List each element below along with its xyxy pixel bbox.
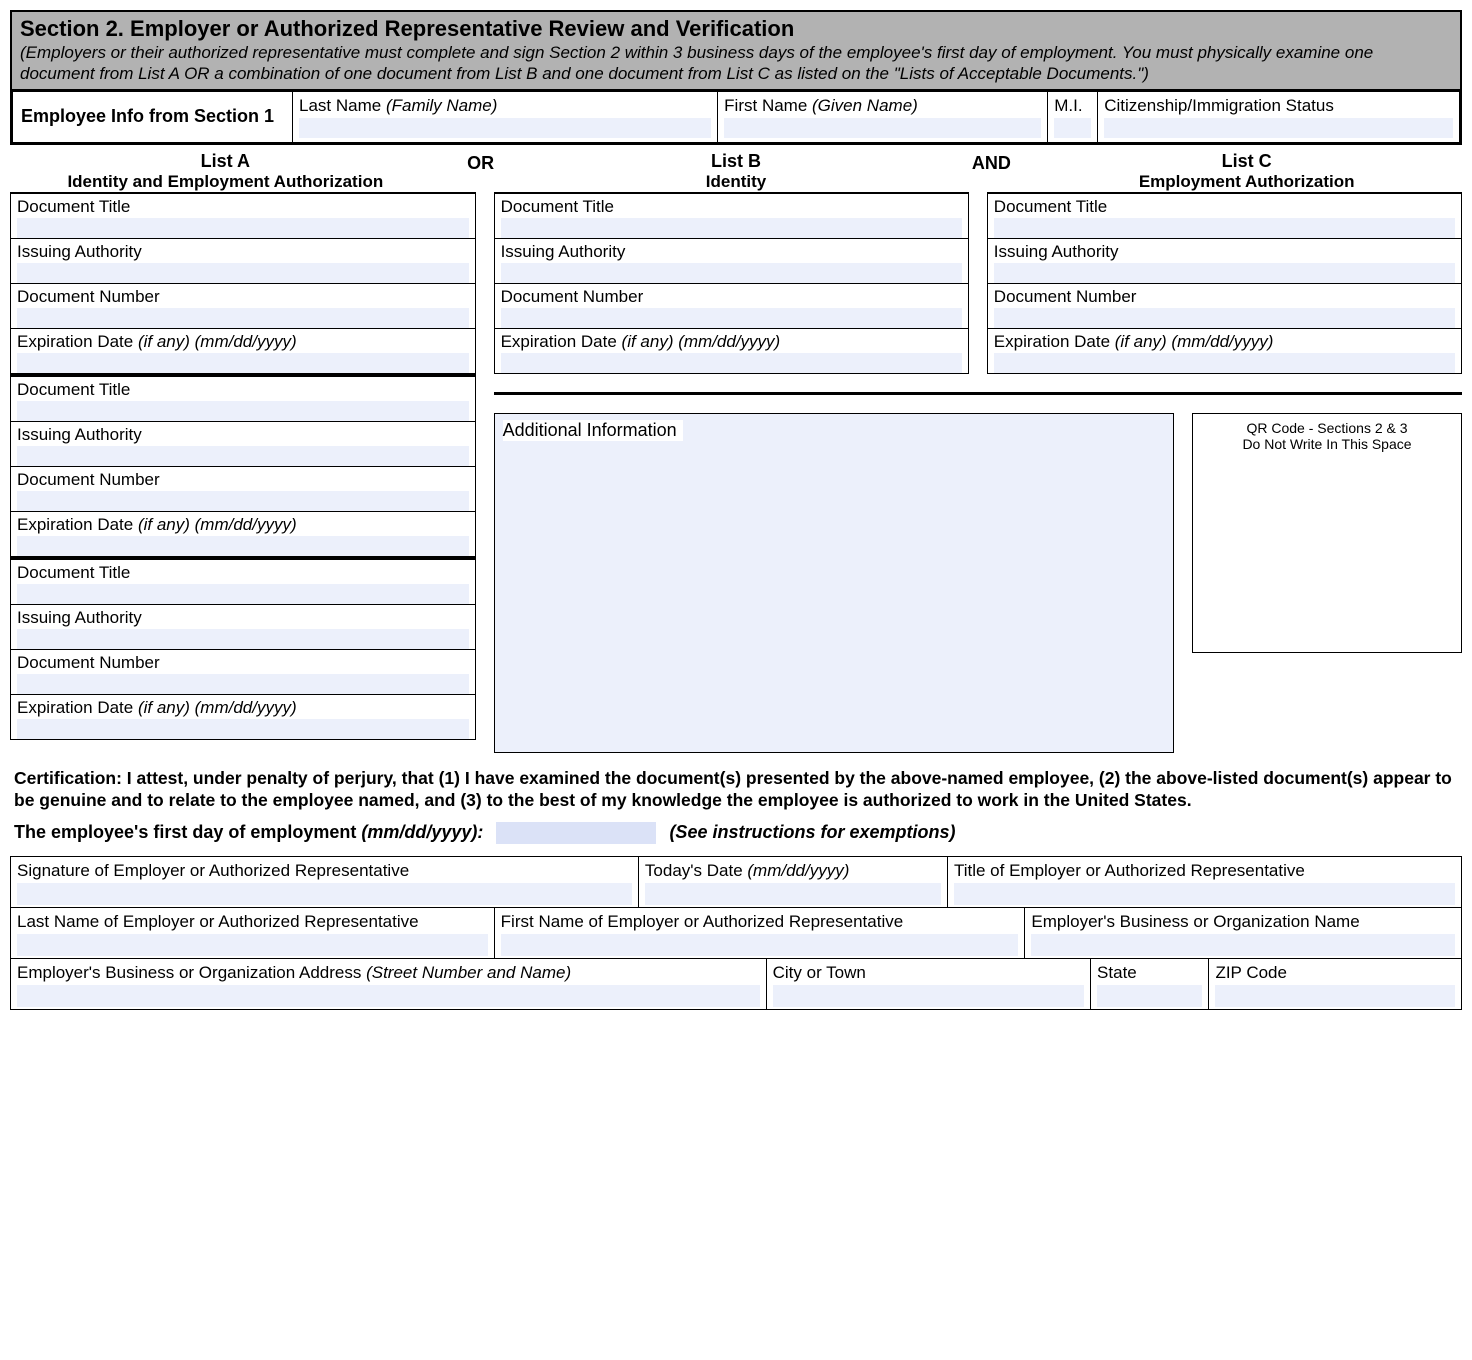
zip-input[interactable] <box>1215 985 1455 1007</box>
employee-mi-cell: M.I. <box>1048 92 1098 142</box>
employer-first-name-input[interactable] <box>501 934 1019 956</box>
section-2-instructions: (Employers or their authorized represent… <box>20 42 1452 85</box>
employee-first-name-cell: First Name (Given Name) <box>718 92 1048 142</box>
employee-citizenship-input[interactable] <box>1104 118 1453 138</box>
employee-mi-input[interactable] <box>1054 118 1091 138</box>
list-c-authority-input[interactable] <box>994 263 1455 283</box>
list-a-doc2-authority-input[interactable] <box>17 446 469 466</box>
list-a-doc3-number-input[interactable] <box>17 674 469 694</box>
and-label: AND <box>951 151 1031 192</box>
additional-info-row: Additional Information QR Code - Section… <box>494 392 1462 753</box>
list-b-authority-input[interactable] <box>501 263 962 283</box>
list-b-doc: Document Title Issuing Authority Documen… <box>494 192 969 374</box>
first-day-row: The employee's first day of employment (… <box>14 822 1458 844</box>
right-column: Document Title Issuing Authority Documen… <box>494 192 1462 753</box>
list-a-doc1-authority-input[interactable] <box>17 263 469 283</box>
list-a-doc1: Document Title Issuing Authority Documen… <box>10 192 476 374</box>
business-address-input[interactable] <box>17 985 760 1007</box>
list-a-doc3-title-input[interactable] <box>17 584 469 604</box>
certification-text: Certification: I attest, under penalty o… <box>14 767 1458 813</box>
list-c-column: Document Title Issuing Authority Documen… <box>987 192 1462 374</box>
list-c-number-input[interactable] <box>994 308 1455 328</box>
list-b-c-row: Document Title Issuing Authority Documen… <box>494 192 1462 374</box>
list-b-title-input[interactable] <box>501 218 962 238</box>
list-a-column: Document Title Issuing Authority Documen… <box>10 192 476 753</box>
employer-last-name-input[interactable] <box>17 934 488 956</box>
employee-info-label: Employee Info from Section 1 <box>13 92 293 142</box>
list-a-doc2-title-input[interactable] <box>17 401 469 421</box>
employee-citizenship-cell: Citizenship/Immigration Status <box>1098 92 1459 142</box>
employer-title-input[interactable] <box>954 883 1455 905</box>
list-headers: List A Identity and Employment Authoriza… <box>10 151 1462 192</box>
list-a-doc1-number-input[interactable] <box>17 308 469 328</box>
list-a-doc2-number-input[interactable] <box>17 491 469 511</box>
list-b-exp-input[interactable] <box>501 353 962 373</box>
signature-input[interactable] <box>17 883 632 905</box>
list-a-doc1-title-input[interactable] <box>17 218 469 238</box>
list-a-doc2-exp-input[interactable] <box>17 536 469 556</box>
employee-last-name-cell: Last Name (Family Name) <box>293 92 718 142</box>
document-columns: Document Title Issuing Authority Documen… <box>10 192 1462 753</box>
list-a-doc1-exp-input[interactable] <box>17 353 469 373</box>
employee-info-row: Employee Info from Section 1 Last Name (… <box>10 89 1462 145</box>
todays-date-input[interactable] <box>645 883 941 905</box>
state-input[interactable] <box>1097 985 1202 1007</box>
city-input[interactable] <box>773 985 1084 1007</box>
qr-code-box: QR Code - Sections 2 & 3 Do Not Write In… <box>1192 413 1462 653</box>
sig-row-2: Last Name of Employer or Authorized Repr… <box>11 907 1461 958</box>
employee-last-name-input[interactable] <box>299 118 711 138</box>
signature-table: Signature of Employer or Authorized Repr… <box>10 856 1462 1010</box>
section-2-title: Section 2. Employer or Authorized Repres… <box>20 16 1452 42</box>
sig-row-1: Signature of Employer or Authorized Repr… <box>11 857 1461 907</box>
sig-row-3: Employer's Business or Organization Addr… <box>11 958 1461 1009</box>
additional-information-box[interactable]: Additional Information <box>494 413 1174 753</box>
list-a-doc3-authority-input[interactable] <box>17 629 469 649</box>
list-b-number-input[interactable] <box>501 308 962 328</box>
list-b-column: Document Title Issuing Authority Documen… <box>494 192 969 374</box>
list-c-exp-input[interactable] <box>994 353 1455 373</box>
business-name-input[interactable] <box>1031 934 1455 956</box>
section-2-header: Section 2. Employer or Authorized Repres… <box>10 10 1462 89</box>
list-a-doc3: Document Title Issuing Authority Documen… <box>10 557 476 740</box>
list-a-doc2: Document Title Issuing Authority Documen… <box>10 374 476 557</box>
or-label: OR <box>441 151 521 192</box>
list-a-doc3-exp-input[interactable] <box>17 719 469 739</box>
employee-first-name-input[interactable] <box>724 118 1041 138</box>
list-a-header: List A Identity and Employment Authoriza… <box>10 151 441 192</box>
list-c-doc: Document Title Issuing Authority Documen… <box>987 192 1462 374</box>
list-c-header: List C Employment Authorization <box>1031 151 1462 192</box>
list-b-header: List B Identity <box>521 151 952 192</box>
first-day-input[interactable] <box>496 822 656 844</box>
list-c-title-input[interactable] <box>994 218 1455 238</box>
